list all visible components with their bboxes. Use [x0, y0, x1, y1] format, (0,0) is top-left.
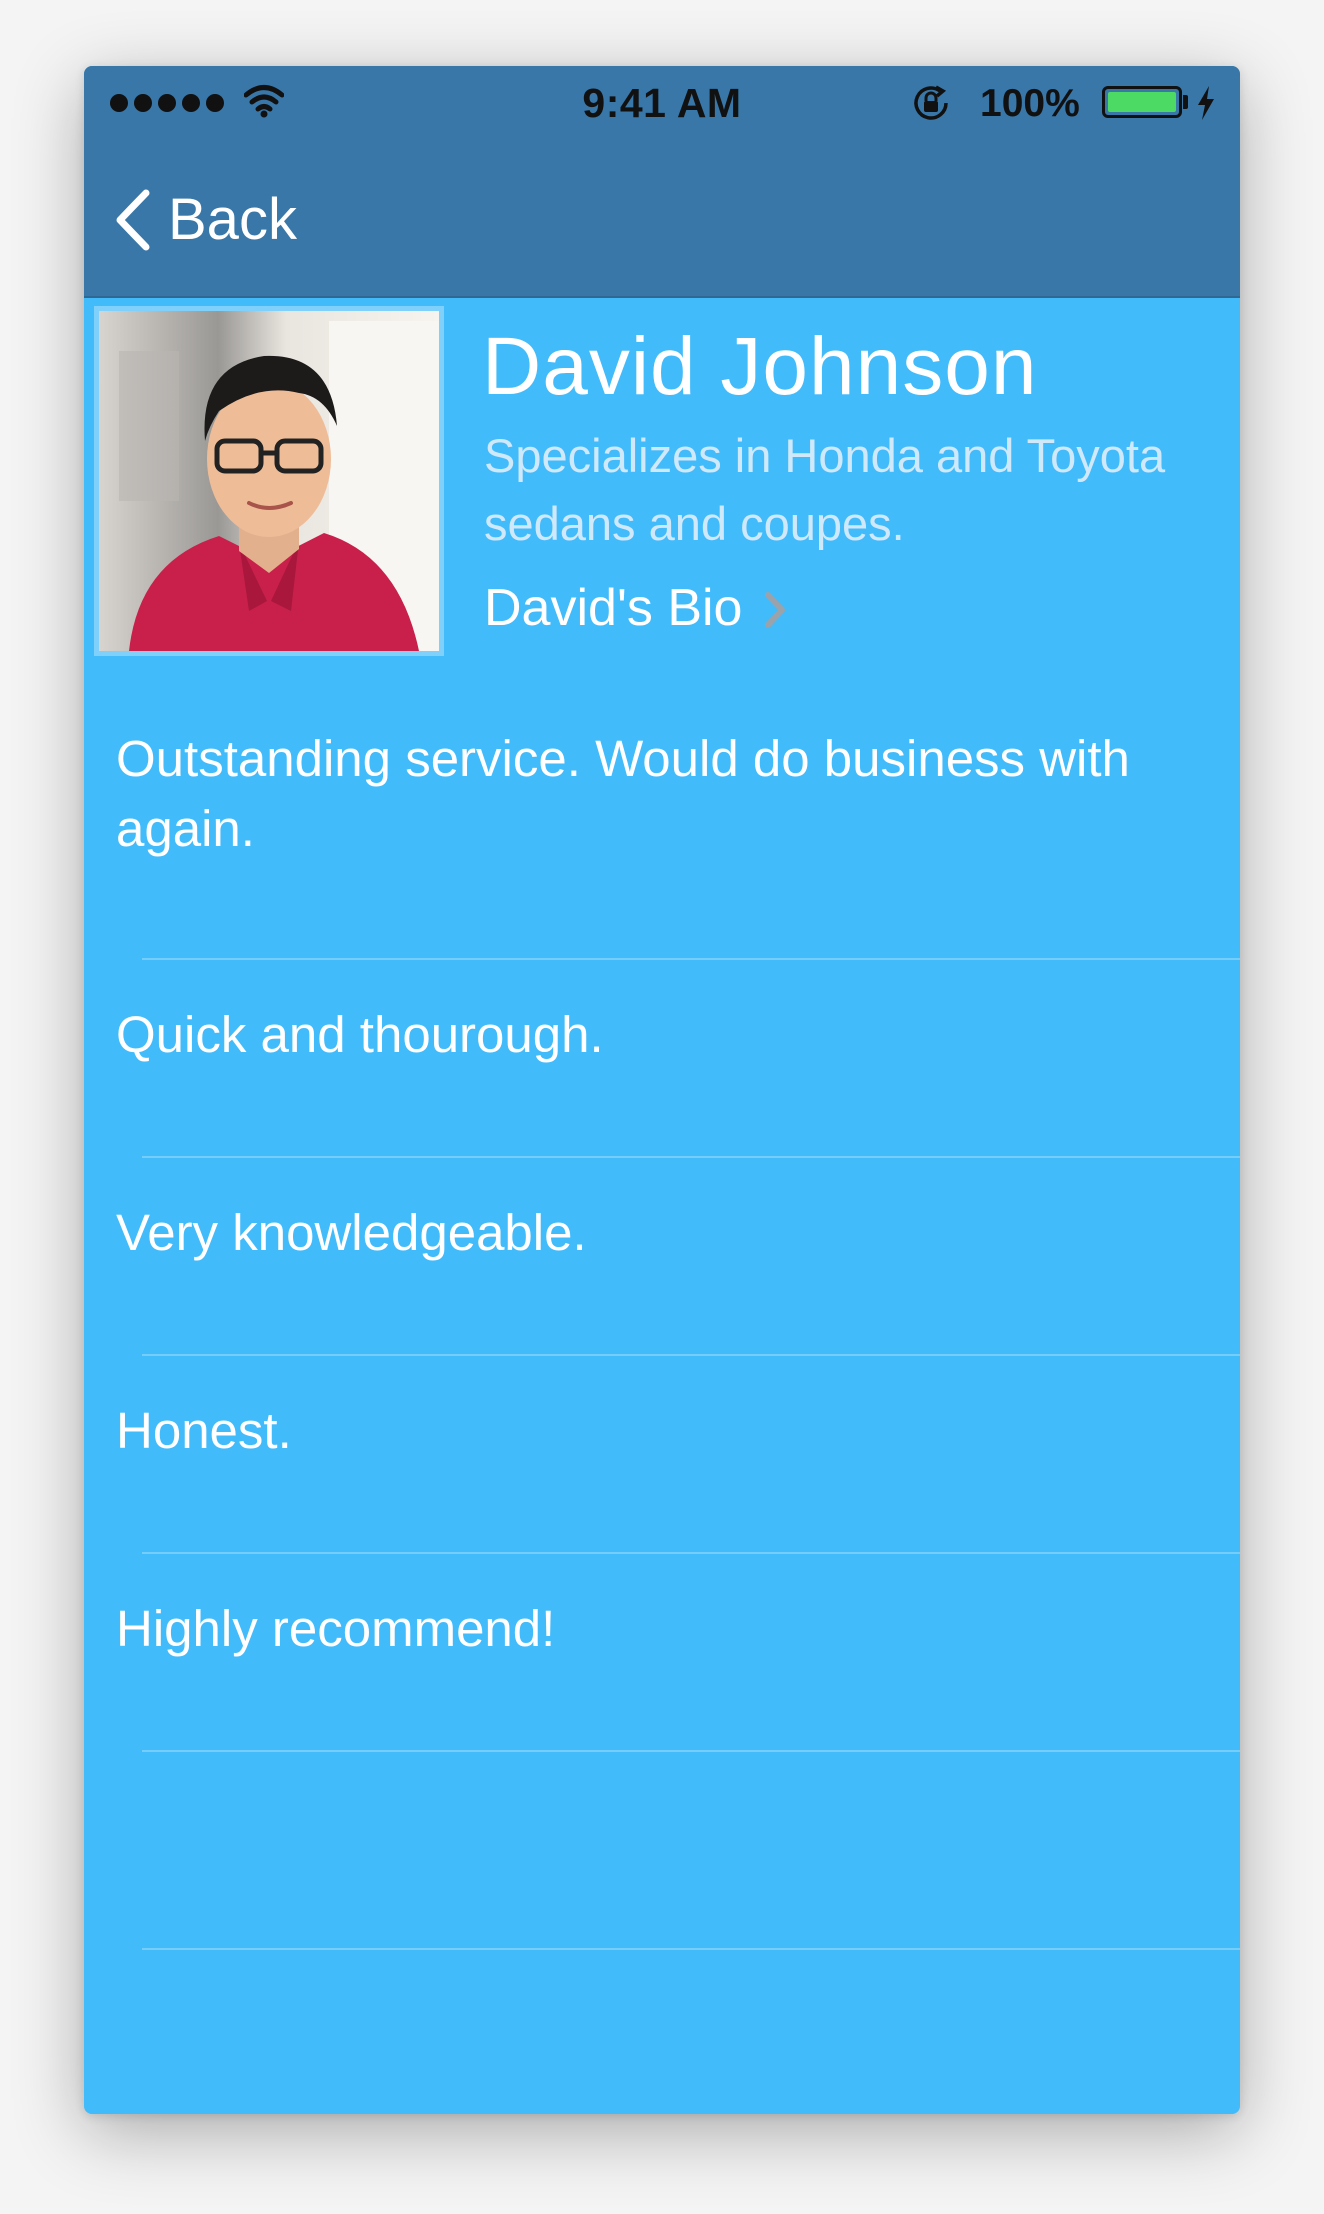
bio-link[interactable]: David's Bio [484, 578, 786, 638]
review-row[interactable]: Very knowledgeable. [84, 1158, 1240, 1356]
navigation-bar: Back [84, 144, 1240, 298]
empty-row [84, 1752, 1240, 1950]
reviews-list: Outstanding service. Would do business w… [84, 696, 1240, 2114]
review-text: Highly recommend! [116, 1600, 556, 1657]
battery-cap [1183, 95, 1188, 109]
review-row[interactable]: Highly recommend! [84, 1554, 1240, 1752]
empty-row [84, 1950, 1240, 2114]
review-row[interactable]: Outstanding service. Would do business w… [84, 696, 1240, 960]
review-text: Very knowledgeable. [116, 1204, 587, 1261]
battery-percent: 100% [980, 82, 1080, 125]
review-row[interactable]: Quick and thourough. [84, 960, 1240, 1158]
profile-photo [94, 306, 444, 656]
specialty-description: Specializes in Honda and Toyota sedans a… [484, 429, 1166, 550]
person-name: David Johnson [482, 321, 1038, 412]
review-text: Honest. [116, 1402, 292, 1459]
app-window: 9:41 AM 100% Back David Johnson Speciali… [84, 66, 1240, 2114]
status-bar: 9:41 AM 100% [84, 66, 1240, 144]
review-text: Outstanding service. Would do business w… [116, 730, 1130, 857]
back-label: Back [168, 187, 297, 252]
review-text: Quick and thourough. [116, 1006, 604, 1063]
profile-header: David Johnson Specializes in Honda and T… [84, 298, 1240, 678]
bio-link-label: David's Bio [484, 579, 743, 637]
back-button[interactable]: Back [114, 186, 297, 253]
bolt-icon [1198, 86, 1214, 120]
chevron-left-icon [116, 189, 150, 250]
rotation-lock-icon [914, 85, 948, 120]
review-row[interactable]: Honest. [84, 1356, 1240, 1554]
battery-icon [1102, 86, 1182, 118]
chevron-right-icon [765, 592, 786, 628]
